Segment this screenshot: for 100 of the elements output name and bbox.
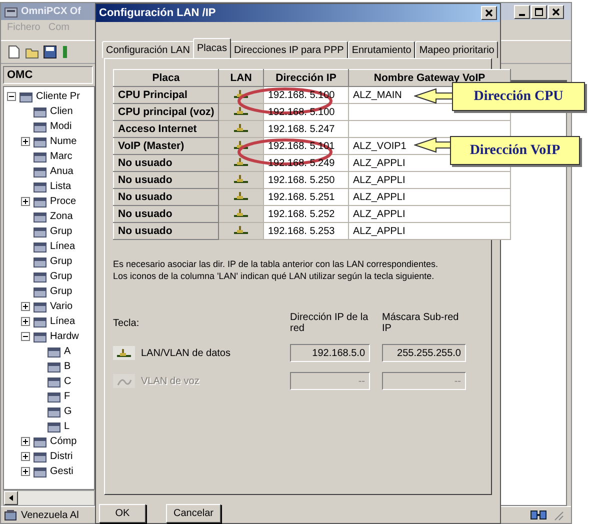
tree-item[interactable]: Clien bbox=[50, 106, 73, 117]
tree-item[interactable]: C bbox=[64, 376, 72, 387]
tree-node-icon bbox=[33, 106, 47, 118]
close-icon bbox=[485, 9, 493, 17]
tree-item[interactable]: L bbox=[64, 421, 70, 432]
tree-node-icon bbox=[47, 406, 61, 418]
tab[interactable]: Direcciones IP para PPP bbox=[230, 41, 348, 58]
table-cell: ALZ_APPLI bbox=[353, 158, 406, 168]
cancel-button[interactable]: Cancelar bbox=[166, 504, 221, 523]
ip-address-field: 192.168.5.0 bbox=[290, 344, 370, 362]
table-cell: CPU principal (voz) bbox=[114, 104, 218, 120]
tree-item[interactable]: Anua bbox=[50, 166, 74, 177]
tree-node-icon bbox=[33, 166, 47, 178]
callout-label: Dirección CPU bbox=[452, 82, 585, 111]
minimize-button[interactable] bbox=[514, 4, 530, 18]
tree-item[interactable]: Grup bbox=[50, 226, 72, 237]
tree-item[interactable]: A bbox=[64, 346, 71, 357]
table-cell: VoIP (Master) bbox=[114, 138, 218, 154]
column-header: Placa bbox=[114, 70, 218, 86]
network-icon bbox=[233, 106, 249, 116]
tree-item[interactable]: Distri bbox=[50, 451, 73, 462]
tree-node-icon bbox=[33, 226, 47, 238]
table-cell: ALZ_MAIN bbox=[353, 90, 402, 100]
tab[interactable]: Placas bbox=[192, 38, 231, 58]
tab[interactable]: Mapeo prioritario bbox=[415, 41, 498, 58]
close-button[interactable] bbox=[548, 4, 564, 18]
network-icon bbox=[233, 156, 249, 166]
table-cell: No usuado bbox=[114, 222, 218, 240]
tab[interactable]: Configuración LAN bbox=[102, 41, 194, 58]
table-cell: No usuado bbox=[114, 154, 218, 172]
table-cell: ALZ_APPLI bbox=[353, 226, 406, 236]
close-button[interactable] bbox=[481, 6, 497, 20]
tab[interactable]: Enrutamiento bbox=[348, 41, 416, 58]
table-cell: 192.168. 5.250 bbox=[268, 174, 335, 186]
tree-item[interactable]: Grup bbox=[50, 286, 72, 297]
info-text: Los iconos de la columna 'LAN' indican qué LAN utilizar según la tecla siguiente. bbox=[113, 270, 436, 282]
tree-item[interactable]: Cliente Pr bbox=[36, 91, 80, 102]
table-cell: ALZ_APPLI bbox=[353, 208, 406, 220]
network-icon bbox=[233, 174, 249, 184]
network-icon bbox=[233, 140, 249, 150]
ok-button[interactable]: OK bbox=[99, 504, 146, 523]
tree-node-icon bbox=[33, 196, 47, 208]
scroll-left-button[interactable] bbox=[4, 491, 18, 505]
column-label: Dirección IP de la red bbox=[290, 312, 370, 334]
horizontal-scrollbar[interactable] bbox=[3, 490, 95, 506]
toolbar-icon bbox=[61, 45, 69, 59]
tree-node-icon bbox=[47, 360, 61, 372]
legend-label: LAN/VLAN de datos bbox=[141, 348, 230, 358]
tree-item[interactable]: Proce bbox=[50, 196, 76, 207]
column-header: Dirección IP bbox=[264, 70, 348, 86]
tree-item[interactable]: Vario bbox=[50, 301, 73, 312]
tree-node-icon bbox=[33, 210, 47, 222]
table-cell: No usuado bbox=[114, 172, 218, 188]
tree-item[interactable]: F bbox=[64, 391, 70, 402]
tree-item[interactable]: Lista bbox=[50, 181, 72, 192]
subnet-mask-field: -- bbox=[382, 372, 466, 390]
status-text: Venezuela Al bbox=[21, 510, 79, 520]
info-text: Es necesario asociar las dir. IP de la tabla anterior con las LAN correspondientes. bbox=[113, 258, 440, 270]
tree-node-icon bbox=[47, 346, 61, 358]
maximize-button[interactable] bbox=[531, 4, 547, 18]
callout-arrow bbox=[414, 137, 453, 153]
connection-icon bbox=[4, 509, 18, 521]
tree-node-icon bbox=[33, 450, 47, 462]
tree-item[interactable]: Grup bbox=[50, 271, 72, 282]
network-icon bbox=[233, 208, 249, 218]
tree-item[interactable]: Hardw bbox=[50, 331, 79, 342]
legend-label: VLAN de voz bbox=[141, 376, 200, 386]
tree-item[interactable]: Nume bbox=[50, 136, 77, 147]
tree-item[interactable]: Marc bbox=[50, 151, 72, 162]
tree-item[interactable]: G bbox=[64, 406, 72, 417]
table-cell: CPU Principal bbox=[114, 86, 218, 104]
tree-node-icon bbox=[33, 300, 47, 312]
table-cell: No usuado bbox=[114, 206, 218, 222]
tree-node-icon bbox=[47, 376, 61, 388]
column-header: LAN bbox=[218, 70, 264, 86]
tree-item[interactable]: Zona bbox=[50, 211, 73, 222]
network-icon bbox=[233, 122, 249, 132]
table-cell: ALZ_APPLI bbox=[353, 174, 406, 186]
tree-item[interactable]: Grup bbox=[50, 256, 72, 267]
tree-item[interactable]: Gesti bbox=[50, 466, 74, 477]
tree-item[interactable]: Línea bbox=[50, 241, 76, 252]
minimize-icon bbox=[519, 14, 525, 16]
table-cell: 192.168. 5.253 bbox=[268, 226, 335, 236]
tree-node-icon bbox=[33, 436, 47, 448]
tree-item[interactable]: Cómp bbox=[50, 436, 77, 447]
tree-node-icon bbox=[33, 466, 47, 478]
network-icon bbox=[233, 224, 249, 234]
tree-node-icon bbox=[33, 316, 47, 328]
tree-item[interactable]: Modi bbox=[50, 121, 72, 132]
subnet-mask-field: 255.255.255.0 bbox=[382, 344, 466, 362]
table-cell: No usuado bbox=[114, 188, 218, 206]
tree-node-icon bbox=[33, 150, 47, 162]
tree-node-icon bbox=[33, 136, 47, 148]
maximize-icon bbox=[535, 8, 543, 16]
tree-node-icon bbox=[33, 240, 47, 252]
tree-item[interactable]: Línea bbox=[50, 316, 76, 327]
column-label: Máscara Sub-red IP bbox=[382, 312, 460, 334]
tree-item[interactable]: B bbox=[64, 361, 71, 372]
panel-title: OMC bbox=[3, 66, 93, 84]
tree-node-icon bbox=[33, 120, 47, 132]
